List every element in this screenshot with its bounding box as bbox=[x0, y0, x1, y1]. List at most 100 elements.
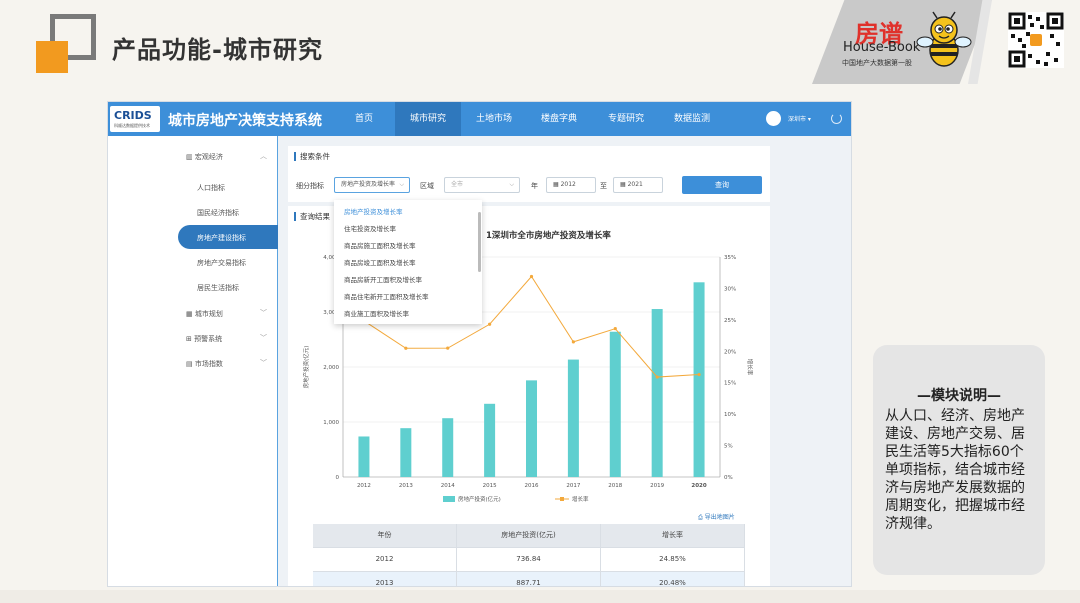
results-panel-title: 查询结果 bbox=[294, 212, 330, 221]
bar bbox=[652, 309, 663, 477]
table-cell: 20.48% bbox=[601, 572, 745, 587]
x-tick-label: 2013 bbox=[399, 483, 413, 489]
table-cell: 887.71 bbox=[457, 572, 601, 587]
top-navbar: CRIDS 科顺达数据提供技术 城市房地产决策支持系统 首页 城市研究 土地市场… bbox=[108, 102, 852, 136]
y-right-tick-label: 25% bbox=[724, 318, 736, 324]
table-row: 2013 887.71 20.48% bbox=[313, 572, 745, 587]
x-tick-label: 2015 bbox=[483, 483, 497, 489]
growth-point bbox=[656, 375, 659, 378]
chevron-up-icon[interactable]: ︿ bbox=[260, 151, 267, 161]
x-tick-label: 2016 bbox=[525, 483, 539, 489]
table-header-row: 年份 房地产投资(亿元) 增长率 bbox=[313, 524, 745, 548]
chevron-down-icon[interactable]: ﹀ bbox=[260, 333, 267, 343]
bee-mascot-icon bbox=[913, 10, 975, 72]
dropdown-option[interactable]: 商品房竣工面积及增长率 bbox=[344, 257, 416, 267]
legend-label-bars: 房地产投资(亿元) bbox=[458, 495, 501, 503]
dropdown-option[interactable]: 商业施工面积及增长率 bbox=[344, 308, 409, 318]
nav-property-dictionary[interactable]: 楼盘字典 bbox=[528, 102, 590, 136]
decorative-square-fill bbox=[36, 41, 68, 73]
indicator-select[interactable]: 房地产投资及增长率⌵ bbox=[334, 177, 410, 193]
table-cell: 736.84 bbox=[457, 548, 601, 572]
sidebar-item-economy[interactable]: 国民经济指标 bbox=[197, 208, 239, 218]
chevron-down-icon[interactable]: ﹀ bbox=[260, 358, 267, 368]
y-right-tick-label: 10% bbox=[724, 412, 736, 418]
sidebar-group-market-index[interactable]: ▤ 市场指数 bbox=[186, 359, 223, 369]
bar bbox=[484, 404, 495, 477]
legend-label-line: 增长率 bbox=[572, 495, 589, 503]
x-tick-label: 2018 bbox=[608, 483, 622, 489]
y-right-tick-label: 20% bbox=[724, 349, 736, 355]
sidebar-item-realestate-transaction[interactable]: 房地产交易指标 bbox=[197, 258, 246, 268]
bar bbox=[694, 282, 705, 477]
year-from-input[interactable]: ▦ 2012 bbox=[546, 177, 596, 193]
sidebar-item-population[interactable]: 人口指标 bbox=[197, 183, 225, 193]
nav-land-market[interactable]: 土地市场 bbox=[463, 102, 525, 136]
dropdown-option[interactable]: 住宅投资及增长率 bbox=[344, 223, 396, 233]
module-info-card: —模块说明— 从人口、经济、房地产建设、房地产交易、居民生活等5大指标60个单项… bbox=[873, 345, 1045, 575]
dropdown-scrollbar[interactable] bbox=[478, 212, 481, 272]
slide-title: 产品功能-城市研究 bbox=[112, 30, 323, 65]
qr-code-icon bbox=[1008, 12, 1064, 68]
power-icon[interactable] bbox=[831, 113, 842, 124]
brand-tagline: 中国地产大数据第一股 bbox=[842, 58, 912, 68]
growth-point bbox=[488, 323, 491, 326]
region-select[interactable]: 全市⌵ bbox=[444, 177, 520, 193]
y-right-tick-label: 35% bbox=[724, 255, 736, 261]
nav-city-research[interactable]: 城市研究 bbox=[395, 102, 461, 136]
results-table: 年份 房地产投资(亿元) 增长率 2012 736.84 24.85% 2013… bbox=[313, 524, 745, 587]
bar bbox=[568, 360, 579, 477]
dropdown-option[interactable]: 商品住宅新开工面积及增长率 bbox=[344, 291, 429, 301]
bar bbox=[400, 428, 411, 477]
dropdown-option[interactable]: 房地产投资及增长率 bbox=[344, 206, 403, 216]
growth-point bbox=[572, 340, 575, 343]
bar bbox=[526, 380, 537, 477]
user-avatar-icon[interactable] bbox=[766, 111, 781, 126]
nav-data-monitoring[interactable]: 数据监测 bbox=[661, 102, 723, 136]
nav-home[interactable]: 首页 bbox=[336, 102, 392, 136]
year-label: 年 bbox=[531, 181, 538, 191]
sidebar-group-macro-economy[interactable]: ▥ 宏观经济 bbox=[186, 152, 223, 162]
system-title: 城市房地产决策支持系统 bbox=[168, 110, 322, 130]
nav-special-research[interactable]: 专题研究 bbox=[594, 102, 658, 136]
sidebar-item-living[interactable]: 居民生活指标 bbox=[197, 283, 239, 293]
y-right-tick-label: 0% bbox=[724, 475, 733, 481]
indicator-dropdown: 房地产投资及增长率 住宅投资及增长率 商品房施工面积及增长率 商品房竣工面积及增… bbox=[334, 200, 482, 324]
growth-point bbox=[404, 347, 407, 350]
legend-swatch-marker bbox=[560, 497, 564, 501]
chart-title: 1深圳市全市房地产投资及增长率 bbox=[486, 229, 611, 241]
brand-name-en: House-Book bbox=[843, 40, 920, 55]
table-header-cell: 年份 bbox=[313, 524, 457, 548]
info-title: —模块说明— bbox=[873, 385, 1045, 405]
bar bbox=[442, 418, 453, 477]
table-header-cell: 增长率 bbox=[601, 524, 745, 548]
to-label: 至 bbox=[600, 181, 607, 191]
y-axis-title: 房地产投资(亿元) bbox=[302, 346, 310, 389]
table-header-cell: 房地产投资(亿元) bbox=[457, 524, 601, 548]
chevron-down-icon[interactable]: ﹀ bbox=[260, 308, 267, 318]
y-right-tick-label: 5% bbox=[724, 444, 733, 450]
sidebar: ▥ 宏观经济 ︿ 人口指标 国民经济指标 房地产建设指标 房地产交易指标 居民生… bbox=[108, 136, 278, 587]
legend-swatch-bars bbox=[443, 496, 455, 502]
user-city-selector[interactable]: 深圳市 ▾ bbox=[788, 114, 811, 123]
x-tick-label: 2014 bbox=[441, 483, 455, 489]
bottom-strip bbox=[0, 590, 1080, 603]
dropdown-option[interactable]: 商品房新开工面积及增长率 bbox=[344, 274, 422, 284]
bar bbox=[610, 332, 621, 477]
export-image-link[interactable]: ⎙ 导出地图片 bbox=[698, 512, 735, 522]
x-tick-label: 2020 bbox=[691, 483, 706, 489]
table-row: 2012 736.84 24.85% bbox=[313, 548, 745, 572]
sidebar-item-label[interactable]: 房地产建设指标 bbox=[197, 233, 246, 243]
growth-point bbox=[697, 373, 700, 376]
x-tick-label: 2012 bbox=[357, 483, 371, 489]
y-tick-label: 1,000 bbox=[323, 420, 339, 426]
year-to-input[interactable]: ▦ 2021 bbox=[613, 177, 663, 193]
growth-point bbox=[530, 275, 533, 278]
bar bbox=[358, 436, 369, 477]
table-cell: 24.85% bbox=[601, 548, 745, 572]
sidebar-group-alert-system[interactable]: ⊞ 预警系统 bbox=[186, 334, 222, 344]
dropdown-option[interactable]: 商品房施工面积及增长率 bbox=[344, 240, 416, 250]
x-tick-label: 2017 bbox=[566, 483, 580, 489]
y-right-tick-label: 15% bbox=[724, 381, 736, 387]
sidebar-group-city-planning[interactable]: ▦ 城市规划 bbox=[186, 309, 223, 319]
query-button[interactable]: 查询 bbox=[682, 176, 762, 194]
